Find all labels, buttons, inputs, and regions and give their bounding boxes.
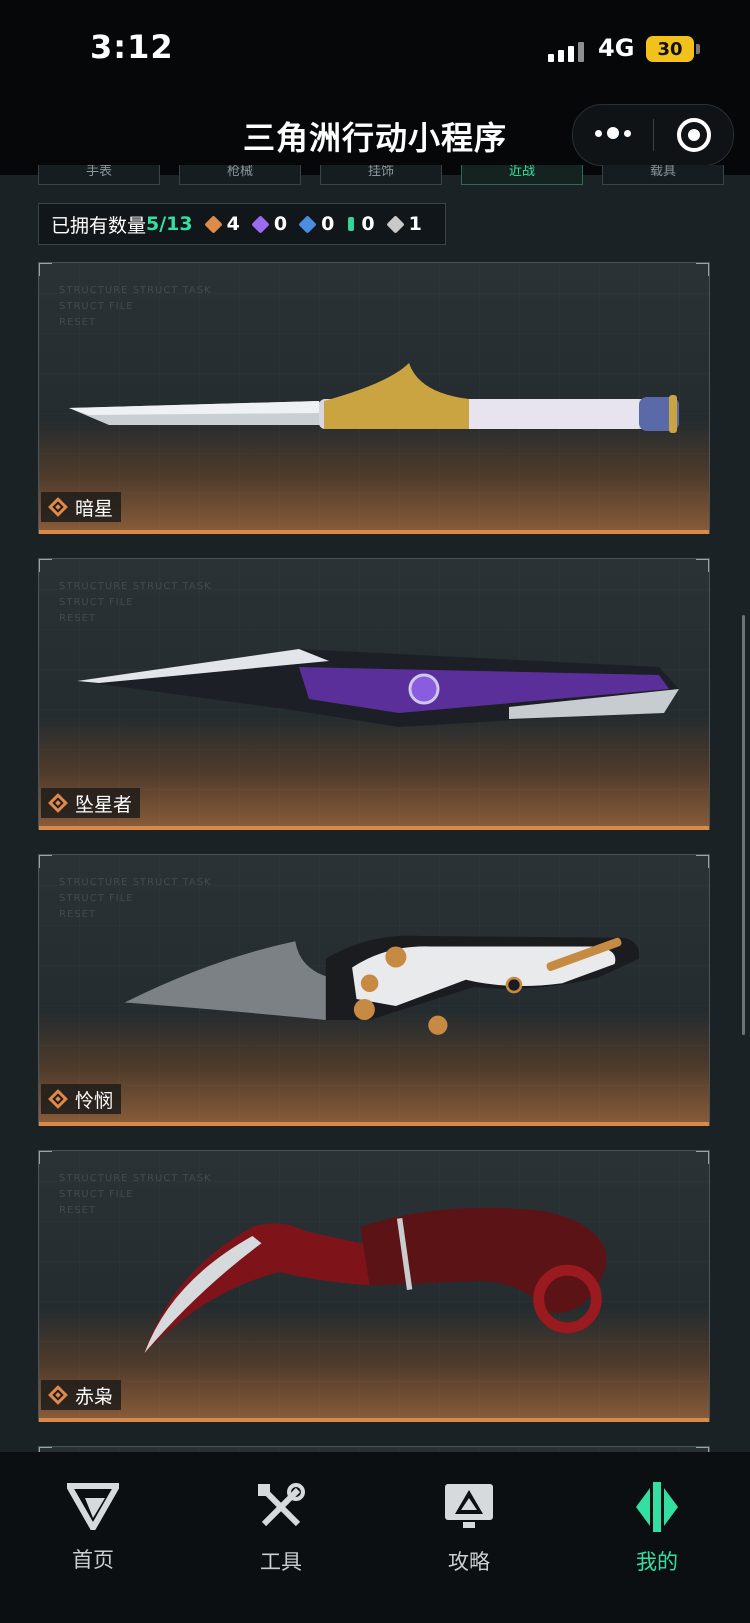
item-name-tag: 暗星	[41, 492, 122, 522]
card-rarity-bar	[39, 1122, 709, 1126]
orange-gem-icon	[48, 497, 68, 517]
guide-monitor-icon	[445, 1484, 493, 1528]
profile-logo-icon	[636, 1482, 678, 1532]
gray-gem-icon	[385, 214, 405, 234]
tabbar-label: 攻略	[448, 1550, 490, 1574]
card-corner	[39, 1151, 52, 1164]
signal-icon	[548, 38, 584, 62]
rarity-blue: 0	[298, 213, 334, 235]
category-tabs: 手表 枪械 挂饰 近战 载具	[0, 165, 750, 195]
card-corner	[696, 1151, 709, 1164]
orange-gem-icon	[203, 214, 223, 234]
status-time: 3:12	[90, 28, 174, 66]
item-name-tag: 赤枭	[41, 1380, 122, 1410]
rarity-green: 0	[348, 213, 375, 235]
card-corner	[39, 263, 52, 276]
tabbar-label: 我的	[636, 1550, 678, 1574]
more-icon[interactable]	[595, 127, 631, 139]
item-name-tag: 怜悯	[41, 1084, 122, 1114]
melee-card[interactable]: STRUCTURE STRUCT TASK STRUCT FILE RESET 怜悯	[38, 854, 710, 1126]
orange-gem-icon	[48, 793, 68, 813]
knife-image	[124, 935, 640, 1035]
melee-card[interactable]: STRUCTURE STRUCT TASK STRUCT FILE RESET 暗星	[38, 262, 710, 534]
card-rarity-bar	[39, 826, 709, 830]
capsule-divider	[653, 119, 654, 151]
card-rarity-bar	[39, 530, 709, 534]
battery-cap	[696, 44, 700, 54]
nav-bar: 三角洲行动小程序	[0, 95, 750, 175]
melee-card[interactable]: STRUCTURE STRUCT TASK STRUCT FILE RESET 坠星…	[38, 558, 710, 830]
card-corner	[39, 855, 52, 868]
blue-gem-icon	[298, 214, 317, 234]
rarity-purple: 0	[251, 213, 287, 235]
rarity-orange: 4	[203, 213, 240, 235]
orange-gem-icon	[48, 1385, 68, 1405]
melee-card[interactable]: STRUCTURE STRUCT TASK STRUCT FILE RESET 赤枭	[38, 1150, 710, 1422]
card-corner	[696, 559, 709, 572]
tabbar-home[interactable]: 首页	[18, 1482, 168, 1574]
owned-label: 已拥有数量	[51, 214, 147, 237]
miniprogram-capsule	[572, 104, 734, 166]
tabbar-guide[interactable]: 攻略	[394, 1482, 544, 1576]
purple-gem-icon	[251, 214, 270, 234]
bottom-tabbar: 首页 工具 攻略 我的	[0, 1452, 750, 1623]
card-corner	[696, 263, 709, 276]
tab-vehicles[interactable]: 载具	[602, 165, 724, 185]
tab-melee[interactable]: 近战	[461, 165, 583, 185]
owned-count: 5/13	[146, 213, 193, 235]
home-logo-icon	[67, 1483, 119, 1530]
card-rarity-bar	[39, 1418, 709, 1422]
status-bar: 3:12 4G 30	[0, 0, 750, 95]
item-name: 暗星	[75, 497, 114, 520]
rarity-gray: 1	[385, 213, 422, 235]
knife-image	[69, 363, 679, 433]
scrollbar[interactable]	[742, 615, 745, 1035]
tab-charms[interactable]: 挂饰	[320, 165, 442, 185]
tab-watch[interactable]: 手表	[38, 165, 160, 185]
close-miniprogram-icon[interactable]	[677, 118, 711, 152]
battery-icon: 30	[646, 36, 694, 62]
tabbar-tools[interactable]: 工具	[206, 1482, 356, 1576]
card-corner	[696, 855, 709, 868]
knife-image	[77, 649, 679, 727]
item-name: 怜悯	[75, 1089, 114, 1112]
network-type: 4G	[598, 34, 635, 62]
orange-gem-icon	[48, 1089, 68, 1109]
green-gem-icon	[348, 217, 355, 231]
card-corner	[39, 559, 52, 572]
item-name: 坠星者	[75, 793, 133, 816]
item-name: 赤枭	[75, 1385, 114, 1408]
tools-icon	[258, 1483, 305, 1527]
tabbar-label: 首页	[72, 1548, 114, 1572]
item-name-tag: 坠星者	[41, 788, 141, 818]
knife-image	[144, 1207, 607, 1353]
tab-guns[interactable]: 枪械	[179, 165, 301, 185]
tabbar-label: 工具	[260, 1550, 302, 1574]
owned-summary: 已拥有数量 5/13 4 0 0 0 1	[38, 203, 446, 245]
tabbar-profile[interactable]: 我的	[582, 1482, 732, 1576]
